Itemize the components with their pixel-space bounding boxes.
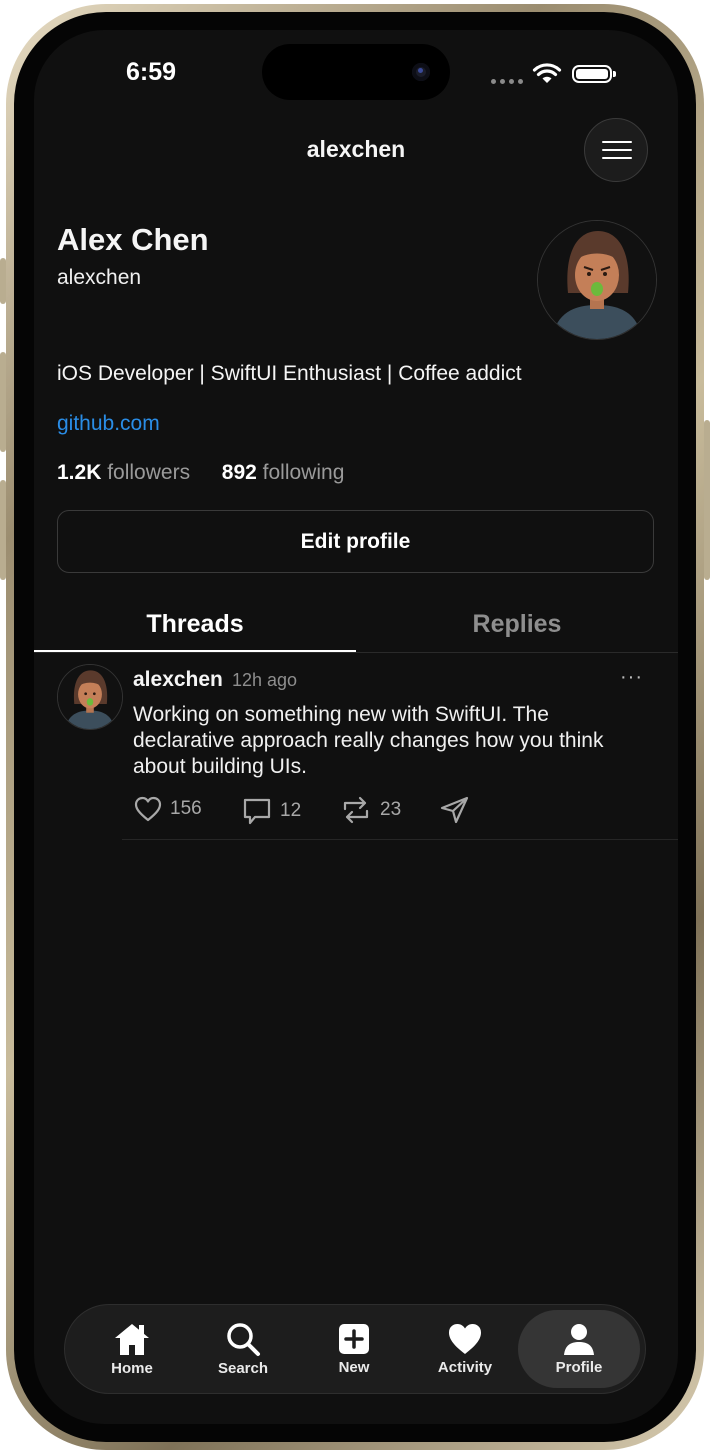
repost-button[interactable]: 23 <box>340 796 401 824</box>
following-count: 892 <box>221 461 257 484</box>
comment-button[interactable]: 12 <box>242 796 301 826</box>
battery-icon <box>572 65 616 83</box>
tab-new-label: New <box>338 1359 370 1376</box>
comment-icon <box>243 798 271 825</box>
tab-divider <box>34 652 678 653</box>
more-options-icon[interactable]: ··· <box>620 666 643 689</box>
followers-count: 1.2K <box>57 461 102 484</box>
following-stat[interactable]: 892 following <box>222 461 345 484</box>
screen: 6:59 alexchen Alex Chen alexchen iOS Dev… <box>34 30 678 1424</box>
status-time: 6:59 <box>126 58 177 86</box>
menu-button[interactable] <box>584 118 648 182</box>
tab-search[interactable]: Search <box>187 1305 299 1393</box>
post-avatar[interactable] <box>57 664 123 730</box>
tab-activity-label: Activity <box>437 1359 493 1376</box>
avatar-image <box>58 665 122 729</box>
wifi-icon <box>532 63 562 83</box>
profile-stats: 1.2K followers 892 following <box>57 461 344 485</box>
repost-count: 23 <box>380 799 402 820</box>
page-title: alexchen <box>306 136 406 162</box>
volume-down-button <box>0 480 6 580</box>
tab-profile[interactable]: Profile <box>518 1310 640 1388</box>
tab-search-label: Search <box>217 1360 269 1377</box>
home-icon <box>115 1324 149 1355</box>
search-icon <box>227 1323 260 1356</box>
tab-bar: Home Search New Activity Profile <box>64 1304 646 1394</box>
power-button <box>704 420 710 580</box>
comment-count: 12 <box>280 800 302 821</box>
send-icon <box>440 796 469 824</box>
profile-bio: iOS Developer | SwiftUI Enthusiast | Cof… <box>57 362 522 385</box>
tab-home[interactable]: Home <box>76 1305 188 1393</box>
tab-profile-label: Profile <box>555 1359 603 1376</box>
post-text: Working on something new with SwiftUI. T… <box>133 703 604 778</box>
person-icon <box>564 1324 594 1355</box>
dynamic-island <box>262 44 450 100</box>
tab-threads[interactable]: Threads <box>34 610 356 639</box>
action-button <box>0 258 6 304</box>
profile-handle: alexchen <box>57 266 142 289</box>
like-button[interactable]: 156 <box>134 796 202 822</box>
followers-label: followers <box>107 461 191 484</box>
heart-icon <box>449 1324 481 1354</box>
camera-icon <box>412 63 430 81</box>
hamburger-menu-icon <box>602 141 632 143</box>
profile-name: Alex Chen <box>57 222 209 257</box>
post-timestamp: 12h ago <box>232 670 298 690</box>
tab-home-label: Home <box>111 1360 153 1377</box>
followers-stat[interactable]: 1.2K followers <box>57 461 190 484</box>
tab-activity[interactable]: Activity <box>409 1305 521 1393</box>
tab-replies[interactable]: Replies <box>356 610 678 639</box>
volume-up-button <box>0 352 6 452</box>
edit-profile-button[interactable]: Edit profile <box>57 510 654 573</box>
heart-outline-icon <box>134 796 162 822</box>
plus-square-icon <box>339 1324 369 1354</box>
post-divider <box>122 839 678 840</box>
following-label: following <box>262 461 345 484</box>
tab-new[interactable]: New <box>298 1305 410 1393</box>
like-count: 156 <box>170 798 202 819</box>
share-button[interactable] <box>440 796 470 824</box>
avatar-image <box>538 221 656 339</box>
post-username[interactable]: alexchen <box>133 668 223 692</box>
avatar[interactable] <box>537 220 657 340</box>
repost-icon <box>343 796 369 824</box>
profile-link[interactable]: github.com <box>57 412 160 436</box>
cellular-signal-icon <box>491 79 523 84</box>
